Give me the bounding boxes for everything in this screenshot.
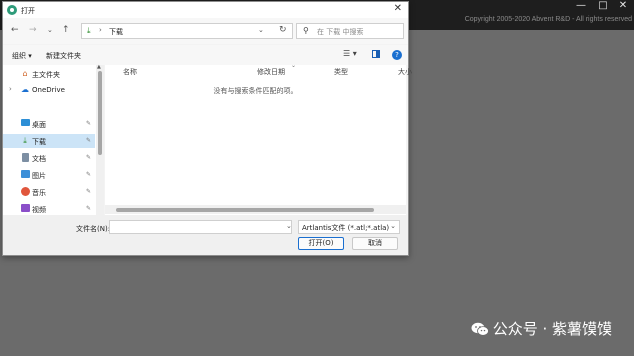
sidebar-item-onedrive[interactable]: › ☁ OneDrive	[3, 83, 95, 97]
sidebar-item-label: 桌面	[32, 121, 46, 129]
preview-pane-icon[interactable]	[372, 50, 380, 58]
horizontal-scroll-thumb[interactable]	[116, 208, 374, 212]
filename-input[interactable]: ⌄	[109, 220, 292, 234]
pictures-icon	[20, 170, 30, 179]
file-type-select[interactable]: Artlantis文件 (*.atl;*.atla) ⌄	[298, 220, 400, 234]
dialog-footer: 文件名(N): ⌄ Artlantis文件 (*.atl;*.atla) ⌄ 打…	[3, 215, 408, 255]
breadcrumb[interactable]: 下载	[109, 27, 123, 37]
watermark: 公众号 · 紫薯馍馍	[471, 318, 612, 339]
recent-chevron-icon[interactable]: ⌄	[47, 26, 53, 34]
search-icon: ⚲	[303, 26, 309, 35]
sidebar-item-videos[interactable]: 视频 ✎	[3, 202, 95, 215]
pin-icon: ✎	[86, 205, 92, 212]
column-header-date[interactable]: 修改日期	[257, 67, 285, 77]
sidebar-item-home[interactable]: ⌂ 主文件夹	[3, 67, 95, 81]
cancel-button[interactable]: 取消	[352, 237, 398, 250]
dialog-titlebar: 打开 ✕	[3, 2, 408, 18]
filename-dropdown-icon[interactable]: ⌄	[286, 222, 292, 230]
navigation-bar: ← → ⌄ ↑ ⤓ › 下载 ⌄ ↻ ⚲ 在 下载 中搜索	[3, 18, 408, 44]
column-header-name[interactable]: 名称	[123, 67, 137, 77]
command-toolbar: 组织 ▾ 新建文件夹 ☰ ▾ ?	[3, 45, 408, 65]
filename-label: 文件名(N):	[76, 225, 111, 233]
app-logo-icon	[7, 5, 17, 15]
navigation-pane: ⌂ 主文件夹 › ☁ OneDrive 桌面 ✎ ⤓ 下载 ✎ 文档 ✎ 图片 …	[3, 64, 104, 215]
desktop-icon	[20, 119, 30, 128]
sidebar-item-label: 下载	[32, 138, 46, 146]
pin-icon: ✎	[86, 154, 92, 161]
file-list: 名称 ⌄ 修改日期 类型 大小 没有与搜索条件匹配的项。	[105, 62, 412, 215]
column-header-type[interactable]: 类型	[334, 67, 348, 77]
dialog-title: 打开	[21, 7, 35, 15]
sidebar-item-label: 图片	[32, 172, 46, 180]
sidebar-scroll-thumb[interactable]	[98, 71, 102, 155]
column-header-size[interactable]: 大小	[398, 67, 412, 77]
sidebar-item-downloads[interactable]: ⤓ 下载 ✎	[3, 134, 95, 148]
help-icon[interactable]: ?	[392, 50, 402, 60]
home-icon: ⌂	[22, 69, 28, 78]
video-icon	[20, 204, 30, 213]
sidebar-item-label: OneDrive	[32, 86, 65, 94]
search-input[interactable]: ⚲ 在 下载 中搜索	[296, 23, 404, 39]
sidebar-item-label: 音乐	[32, 189, 46, 197]
sidebar-item-label: 文档	[32, 155, 46, 163]
sidebar-item-documents[interactable]: 文档 ✎	[3, 151, 95, 165]
music-icon	[20, 187, 30, 196]
forward-arrow-icon[interactable]: →	[29, 25, 37, 35]
organize-menu[interactable]: 组织 ▾	[12, 51, 32, 61]
horizontal-scrollbar[interactable]	[105, 205, 406, 214]
wechat-icon	[471, 322, 489, 336]
file-type-value: Artlantis文件 (*.atl;*.atla)	[302, 224, 390, 232]
new-folder-button[interactable]: 新建文件夹	[46, 51, 81, 61]
sidebar-item-label: 主文件夹	[32, 71, 60, 79]
pin-icon: ✎	[86, 120, 92, 127]
document-icon	[20, 153, 30, 162]
pin-icon: ✎	[86, 171, 92, 178]
pin-icon: ✎	[86, 188, 92, 195]
scroll-up-icon[interactable]: ▲	[97, 64, 101, 70]
watermark-text: 公众号 · 紫薯馍馍	[492, 320, 612, 338]
cloud-icon: ☁	[21, 85, 29, 94]
back-arrow-icon[interactable]: ←	[11, 25, 19, 35]
open-file-dialog: 打开 ✕ ← → ⌄ ↑ ⤓ › 下载 ⌄ ↻ ⚲ 在 下载 中搜索 组织 ▾ …	[2, 1, 412, 256]
expand-chevron-icon[interactable]: ›	[9, 85, 12, 93]
breadcrumb-chevron-icon[interactable]: ›	[99, 26, 102, 34]
sidebar-item-desktop[interactable]: 桌面 ✎	[3, 117, 95, 131]
download-icon: ⤓	[87, 26, 91, 35]
file-type-dropdown-icon: ⌄	[390, 222, 396, 230]
copyright-text: Copyright 2005-2020 Abvent R&D - All rig…	[464, 16, 632, 23]
maximize-icon[interactable]: □	[592, 0, 614, 13]
refresh-icon[interactable]: ↻	[279, 25, 287, 35]
empty-message: 没有与搜索条件匹配的项。	[213, 87, 298, 95]
up-arrow-icon[interactable]: ↑	[62, 25, 70, 35]
sidebar-item-music[interactable]: 音乐 ✎	[3, 185, 95, 199]
pin-icon: ✎	[86, 137, 92, 144]
view-options-icon[interactable]: ☰ ▾	[343, 49, 357, 58]
address-bar[interactable]: ⤓ › 下载 ⌄ ↻	[81, 23, 293, 39]
sort-chevron-icon: ⌄	[291, 62, 297, 69]
search-placeholder: 在 下载 中搜索	[317, 28, 364, 36]
minimize-icon[interactable]: —	[570, 0, 592, 13]
sidebar-item-label: 视频	[32, 206, 46, 214]
open-button[interactable]: 打开(O)	[298, 237, 344, 250]
sidebar-item-pictures[interactable]: 图片 ✎	[3, 168, 95, 182]
close-icon[interactable]: ✕	[612, 0, 634, 13]
address-dropdown-icon[interactable]: ⌄	[258, 26, 264, 34]
download-icon: ⤓	[23, 136, 27, 145]
dialog-close-icon[interactable]: ✕	[394, 3, 402, 14]
